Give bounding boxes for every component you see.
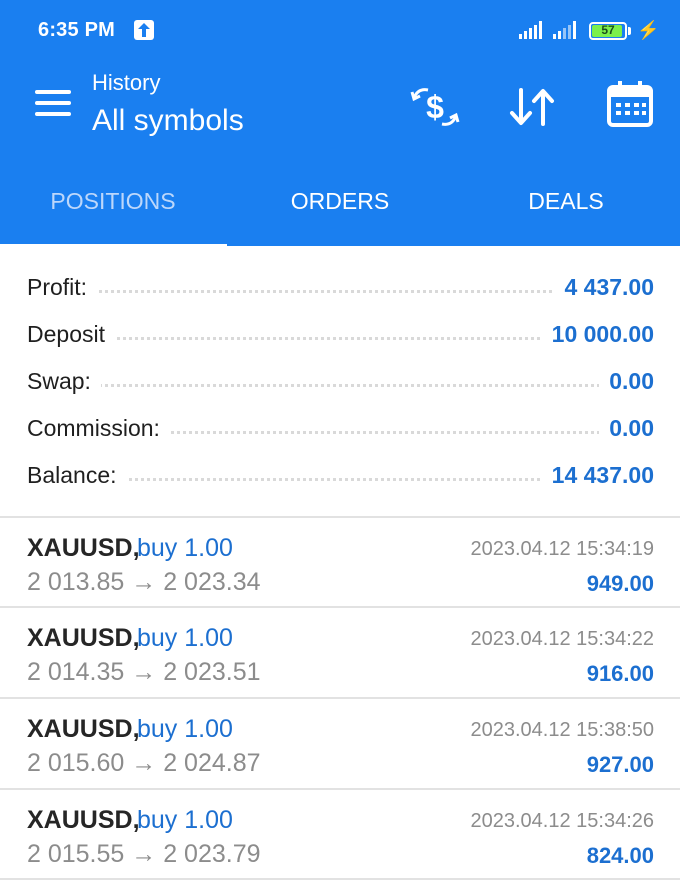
- summary-row-commission: Commission: 0.00: [27, 415, 654, 455]
- app-bar: History All symbols $: [0, 62, 680, 156]
- deal-prices: 2 015.55 → 2 023.79: [27, 840, 261, 868]
- deal-symbol: XAUUSD,: [27, 534, 140, 562]
- deal-prices: 2 013.85 → 2 023.34: [27, 568, 261, 596]
- deal-profit: 949.00: [586, 571, 654, 596]
- battery-icon: 57: [589, 22, 627, 40]
- charging-icon: ⚡: [637, 20, 660, 40]
- swap-value: 0.00: [599, 368, 654, 395]
- deal-symbol: XAUUSD,: [27, 715, 140, 743]
- signal-secondary-icon: [553, 21, 576, 39]
- swap-label: Swap:: [27, 368, 101, 395]
- summary-panel: Profit: 4 437.00 Deposit 10 000.00 Swap:…: [0, 246, 680, 516]
- page-title: History: [92, 70, 161, 95]
- deal-prices: 2 014.35 → 2 023.51: [27, 658, 261, 686]
- tab-bar: POSITIONS ORDERS DEALS: [0, 156, 680, 246]
- signal-icon: [519, 21, 542, 39]
- summary-row-deposit: Deposit 10 000.00: [27, 321, 654, 361]
- currency-exchange-icon[interactable]: $: [408, 82, 462, 132]
- deal-side: buy 1.00: [137, 806, 233, 834]
- deal-side: buy 1.00: [137, 715, 233, 743]
- profit-label: Profit:: [27, 274, 98, 301]
- commission-value: 0.00: [599, 415, 654, 442]
- deal-side: buy 1.00: [137, 534, 233, 562]
- battery-level: 57: [601, 23, 615, 37]
- calendar-icon[interactable]: [604, 78, 656, 130]
- hamburger-menu-icon[interactable]: [35, 90, 71, 118]
- upload-icon: [134, 20, 154, 40]
- status-time: 6:35 PM: [38, 19, 115, 41]
- app-header: 6:35 PM 57 ⚡ History All symbols $ POSIT…: [0, 0, 680, 246]
- summary-row-swap: Swap: 0.00: [27, 368, 654, 408]
- tab-orders[interactable]: ORDERS: [227, 188, 453, 215]
- deal-profit: 927.00: [586, 752, 654, 777]
- deal-profit: 824.00: [586, 843, 654, 868]
- commission-label: Commission:: [27, 415, 170, 442]
- deal-time: 2023.04.12 15:34:26: [470, 810, 654, 832]
- sort-icon[interactable]: [506, 82, 558, 132]
- balance-label: Balance:: [27, 462, 127, 489]
- tab-deals[interactable]: DEALS: [453, 188, 679, 215]
- deal-row[interactable]: XAUUSD, buy 1.00 2 015.55 → 2 023.79 202…: [0, 790, 680, 880]
- deal-profit: 916.00: [586, 661, 654, 686]
- deal-symbol: XAUUSD,: [27, 806, 140, 834]
- summary-row-profit: Profit: 4 437.00: [27, 274, 654, 314]
- deposit-label: Deposit: [27, 321, 115, 348]
- deal-time: 2023.04.12 15:34:22: [470, 628, 654, 650]
- deal-prices: 2 015.60 → 2 024.87: [27, 749, 261, 777]
- deal-row[interactable]: XAUUSD, buy 1.00 2 013.85 → 2 023.34 202…: [0, 518, 680, 608]
- deal-row[interactable]: XAUUSD, buy 1.00 2 014.35 → 2 023.51 202…: [0, 608, 680, 698]
- deal-time: 2023.04.12 15:38:50: [470, 719, 654, 741]
- divider: [0, 878, 680, 880]
- balance-value: 14 437.00: [541, 462, 654, 489]
- deal-side: buy 1.00: [137, 624, 233, 652]
- status-bar: 6:35 PM 57 ⚡: [0, 0, 680, 62]
- profit-value: 4 437.00: [554, 274, 654, 301]
- tab-positions[interactable]: POSITIONS: [0, 188, 226, 215]
- deal-symbol: XAUUSD,: [27, 624, 140, 652]
- svg-text:$: $: [426, 89, 444, 125]
- symbol-filter-label[interactable]: All symbols: [92, 104, 244, 138]
- deposit-value: 10 000.00: [541, 321, 654, 348]
- summary-row-balance: Balance: 14 437.00: [27, 462, 654, 502]
- deal-row[interactable]: XAUUSD, buy 1.00 2 015.60 → 2 024.87 202…: [0, 699, 680, 789]
- deal-time: 2023.04.12 15:34:19: [470, 538, 654, 560]
